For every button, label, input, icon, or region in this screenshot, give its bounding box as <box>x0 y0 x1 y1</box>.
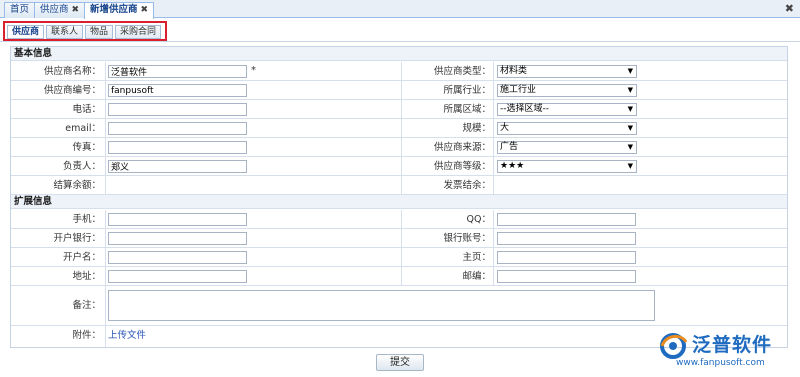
qq-input[interactable] <box>497 213 636 226</box>
subtab-contacts[interactable]: 联系人 <box>46 25 84 39</box>
logo-text: 泛普软件 <box>692 334 773 356</box>
form-row: 开户银行： 银行账号： <box>11 229 787 248</box>
select-value: ★★★ <box>500 161 525 171</box>
subtab-purchase-contract[interactable]: 采购合同 <box>115 25 162 39</box>
select-value: 大 <box>500 123 510 133</box>
supplier-code-input[interactable] <box>108 84 247 97</box>
field-label: 附件： <box>72 330 101 341</box>
tab-label: 供应商 <box>40 4 69 15</box>
select-value: 广告 <box>500 142 519 152</box>
field-label: 手机： <box>72 214 101 225</box>
section-extended-info: 扩展信息 <box>11 195 787 209</box>
field-label: 地址： <box>72 271 101 282</box>
field-label: 供应商等级： <box>433 161 491 172</box>
select-value: --选择区域-- <box>500 104 549 114</box>
supplier-form: 基本信息 供应商名称： * 供应商类型： 材料类 ▼ 供应商编号： 所属行业： 施… <box>10 46 788 348</box>
mobile-input[interactable] <box>108 213 247 226</box>
field-label: 传真： <box>72 142 101 153</box>
field-label: 供应商名称： <box>43 66 101 77</box>
form-row: 地址： 邮编： <box>11 267 787 286</box>
subtab-supplier[interactable]: 供应商 <box>7 25 45 39</box>
industry-select[interactable]: 施工行业 ▼ <box>497 84 637 97</box>
chevron-down-icon: ▼ <box>627 105 633 113</box>
phone-input[interactable] <box>108 103 247 116</box>
field-label: 开户名： <box>62 252 101 263</box>
chevron-down-icon: ▼ <box>627 124 633 132</box>
close-icon[interactable]: ✖ <box>72 5 80 15</box>
manager-input[interactable] <box>108 160 247 173</box>
postcode-input[interactable] <box>497 270 636 283</box>
field-label: 供应商类型： <box>433 66 491 77</box>
chevron-down-icon: ▼ <box>627 67 633 75</box>
field-label: 所属行业： <box>443 85 491 96</box>
chevron-down-icon: ▼ <box>627 162 633 170</box>
field-label: 发票结余： <box>443 180 491 191</box>
bank-account-input[interactable] <box>497 232 636 245</box>
submit-button[interactable]: 提交 <box>376 354 424 371</box>
brand-logo: 泛普软件 www.fanpusoft.com <box>658 330 790 374</box>
field-label: 备注： <box>72 300 101 311</box>
form-row: 供应商名称： * 供应商类型： 材料类 ▼ <box>11 62 787 81</box>
field-label: 供应商来源： <box>433 142 491 153</box>
form-row: 开户名： 主页： <box>11 248 787 267</box>
tab-supplier[interactable]: 供应商 ✖ <box>34 2 86 18</box>
source-select[interactable]: 广告 ▼ <box>497 141 637 154</box>
field-label: 主页： <box>462 252 491 263</box>
logo-mark-icon <box>660 333 688 359</box>
logo-url: www.fanpusoft.com <box>676 358 765 368</box>
supplier-type-select[interactable]: 材料类 ▼ <box>497 65 637 78</box>
field-label: 电话： <box>72 104 101 115</box>
tab-label: 新增供应商 <box>90 4 138 15</box>
section-basic-info: 基本信息 <box>11 47 787 61</box>
bank-input[interactable] <box>108 232 247 245</box>
select-value: 材料类 <box>500 66 528 76</box>
field-label: 供应商编号： <box>43 85 101 96</box>
homepage-input[interactable] <box>497 251 636 264</box>
address-input[interactable] <box>108 270 247 283</box>
remark-textarea[interactable] <box>108 290 655 321</box>
form-row: 供应商编号： 所属行业： 施工行业 ▼ <box>11 81 787 100</box>
field-label: 所属区域： <box>443 104 491 115</box>
form-row: 手机： QQ： <box>11 210 787 229</box>
upload-file-link[interactable]: 上传文件 <box>108 326 146 345</box>
subtab-items[interactable]: 物品 <box>85 25 114 39</box>
form-row: 传真： 供应商来源： 广告 ▼ <box>11 138 787 157</box>
field-label: 结算余额： <box>53 180 101 191</box>
sub-tab-group: 供应商 联系人 物品 采购合同 <box>3 21 167 41</box>
tab-label: 首页 <box>10 4 30 15</box>
field-label: 银行账号： <box>443 233 491 244</box>
form-row: email： 规模： 大 ▼ <box>11 119 787 138</box>
scale-select[interactable]: 大 ▼ <box>497 122 637 135</box>
close-icon[interactable]: ✖ <box>141 5 149 15</box>
chevron-down-icon: ▼ <box>627 86 633 94</box>
field-label: 开户银行： <box>53 233 101 244</box>
form-row: 备注： <box>11 286 787 326</box>
close-all-icon[interactable]: ✖ <box>785 2 794 15</box>
divider <box>0 41 800 42</box>
select-value: 施工行业 <box>500 85 537 95</box>
form-row: 负责人： 供应商等级： ★★★ ▼ <box>11 157 787 176</box>
field-label: 规模： <box>462 123 491 134</box>
email-field[interactable] <box>108 122 247 135</box>
chevron-down-icon: ▼ <box>627 143 633 151</box>
field-label: 负责人： <box>62 161 101 172</box>
region-select[interactable]: --选择区域-- ▼ <box>497 103 637 116</box>
form-row: 结算余额： 发票结余： <box>11 176 787 195</box>
field-label: 邮编： <box>462 271 491 282</box>
top-tab-bar: 首页 供应商 ✖ 新增供应商 ✖ ✖ <box>0 0 800 19</box>
field-label: QQ： <box>466 214 491 225</box>
tab-new-supplier[interactable]: 新增供应商 ✖ <box>84 2 155 19</box>
account-name-input[interactable] <box>108 251 247 264</box>
tab-home[interactable]: 首页 <box>4 2 36 18</box>
form-row: 电话： 所属区域： --选择区域-- ▼ <box>11 100 787 119</box>
required-mark: * <box>251 65 256 76</box>
fax-input[interactable] <box>108 141 247 154</box>
grade-select[interactable]: ★★★ ▼ <box>497 160 637 173</box>
supplier-name-input[interactable] <box>108 65 247 78</box>
field-label: email： <box>65 123 101 134</box>
